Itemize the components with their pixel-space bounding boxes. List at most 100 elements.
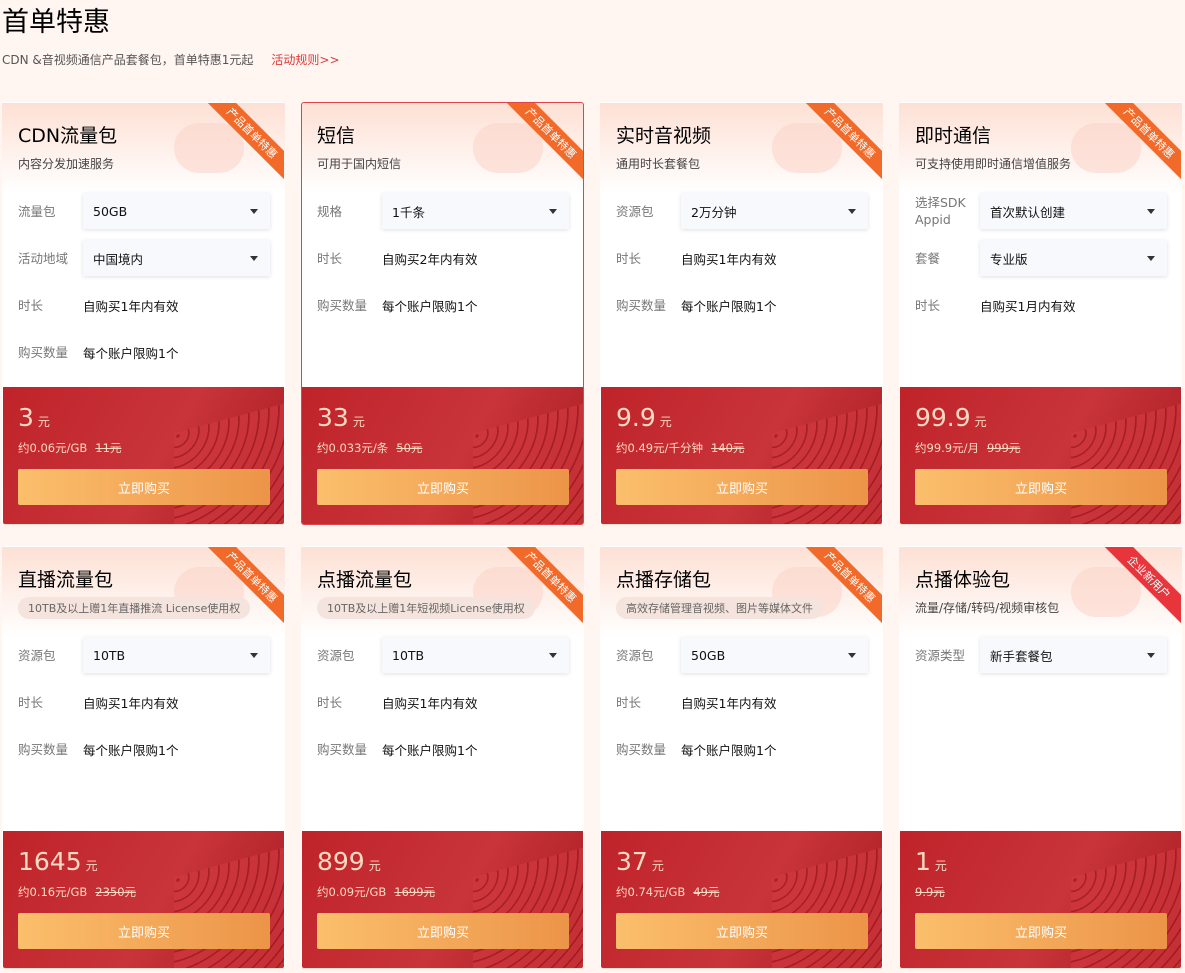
price-panel: 1元 9.9元 立即购买 [900, 831, 1181, 968]
page-title: 首单特惠 [2, 7, 110, 38]
option-row: 流量包 50GB [18, 193, 270, 229]
product-card: 产品首单特惠 点播流量包 10TB及以上赠1年短视频License使用权 资源包 10… [301, 546, 584, 969]
option-value: 每个账户限购1个 [681, 742, 777, 758]
select-value: 10TB [392, 647, 425, 663]
option-label: 购买数量 [18, 741, 69, 757]
option-row: 规格 1千条 [317, 193, 569, 229]
buy-now-button[interactable]: 立即购买 [915, 469, 1167, 505]
gift-box-decoration [174, 400, 284, 524]
gift-box-decoration [473, 400, 583, 524]
product-card: 产品首单特惠 短信 可用于国内短信 规格 1千条 时长 自购买2年内有效 购买数量 每个账户限… [301, 102, 584, 525]
option-row: 时长 自购买1年内有效 [616, 684, 868, 720]
option-value: 每个账户限购1个 [83, 345, 179, 361]
price: 1645 元 [18, 847, 98, 876]
chevron-down-icon [848, 652, 856, 658]
option-row: 时长 自购买1年内有效 [317, 684, 569, 720]
original-price: 9.9元 [915, 885, 945, 899]
option-label: 选择SDK Appid [915, 195, 966, 227]
option-label: 时长 [616, 250, 642, 266]
product-card: 企业新用户 点播体验包 流量/存储/转码/视频审核包 资源类型 新手套餐包 1元 9.… [899, 546, 1182, 969]
gift-box-decoration [473, 844, 583, 968]
select-value: 新手套餐包 [990, 648, 1053, 664]
card-desc: 通用时长套餐包 [616, 157, 701, 171]
option-value: 每个账户限购1个 [83, 742, 179, 758]
gift-box-decoration [772, 400, 882, 524]
option-select[interactable]: 1千条 [382, 193, 569, 229]
card-title: 实时音视频 [616, 125, 712, 147]
option-select[interactable]: 50GB [681, 637, 868, 673]
product-card: 产品首单特惠 直播流量包 10TB及以上赠1年直播推流 License使用权 资源包… [2, 546, 285, 969]
option-row: 选择SDK Appid 首次默认创建 [915, 193, 1167, 229]
chevron-down-icon [549, 652, 557, 658]
price-value: 99.9 [915, 403, 971, 432]
unit-price: 9.9元 [915, 884, 945, 900]
product-card: 产品首单特惠 即时通信 可支持使用即时通信增值服务 选择SDK Appid 首次默认创… [899, 102, 1182, 525]
chevron-down-icon [250, 208, 258, 214]
chevron-down-icon [848, 208, 856, 214]
option-row: 资源包 10TB [317, 637, 569, 673]
original-price: 11元 [95, 441, 122, 455]
select-value: 专业版 [990, 251, 1028, 267]
unit-price: 约0.033元/条 50元 [317, 440, 422, 456]
option-select[interactable]: 10TB [83, 637, 270, 673]
price-panel: 99.9 元 约99.9元/月 999元 立即购买 [900, 387, 1181, 524]
buy-now-button[interactable]: 立即购买 [915, 913, 1167, 949]
option-select[interactable]: 专业版 [980, 240, 1167, 276]
buy-now-button[interactable]: 立即购买 [317, 913, 569, 949]
option-value: 自购买2年内有效 [382, 251, 478, 267]
gift-box-decoration [1071, 400, 1181, 524]
select-value: 首次默认创建 [990, 204, 1066, 220]
option-row: 时长 自购买2年内有效 [317, 240, 569, 276]
option-value: 自购买1年内有效 [382, 695, 478, 711]
product-card: 产品首单特惠 点播存储包 高效存储管理音视频、图片等媒体文件 资源包 50GB 时长 自购… [600, 546, 883, 969]
price-panel: 899 元 约0.09元/GB 1699元 立即购买 [302, 831, 583, 968]
unit-price-text: 约99.9元/月 [915, 441, 979, 455]
option-value: 每个账户限购1个 [382, 298, 478, 314]
option-select[interactable]: 10TB [382, 637, 569, 673]
cloud-decoration [1071, 567, 1141, 617]
chevron-down-icon [1147, 652, 1155, 658]
option-select[interactable]: 中国境内 [83, 240, 270, 276]
option-label: 时长 [18, 297, 44, 313]
price: 899 元 [317, 847, 381, 876]
chevron-down-icon [250, 255, 258, 261]
currency: 元 [352, 415, 365, 429]
option-label: 资源类型 [915, 647, 966, 663]
option-row: 购买数量 每个账户限购1个 [317, 287, 569, 323]
gift-box-decoration [1071, 844, 1181, 968]
option-select[interactable]: 2万分钟 [681, 193, 868, 229]
option-row: 套餐 专业版 [915, 240, 1167, 276]
option-row: 资源类型 新手套餐包 [915, 637, 1167, 673]
option-value: 自购买1年内有效 [83, 695, 179, 711]
option-value: 每个账户限购1个 [382, 742, 478, 758]
buy-now-button[interactable]: 立即购买 [616, 913, 868, 949]
cloud-decoration [1071, 123, 1141, 173]
option-value: 自购买1年内有效 [83, 298, 179, 314]
page-subtitle: CDN &音视频通信产品套餐包，首单特惠1元起 活动规则>> [2, 51, 340, 68]
option-row: 资源包 50GB [616, 637, 868, 673]
card-desc: 流量/存储/转码/视频审核包 [915, 601, 1060, 615]
option-row: 时长 自购买1月内有效 [915, 287, 1167, 323]
gift-box-decoration [174, 844, 284, 968]
rules-link[interactable]: 活动规则>> [271, 53, 339, 67]
unit-price: 约0.09元/GB 1699元 [317, 884, 435, 900]
option-label: 资源包 [317, 647, 355, 663]
option-select[interactable]: 首次默认创建 [980, 193, 1167, 229]
option-value: 自购买1年内有效 [681, 251, 777, 267]
option-select[interactable]: 50GB [83, 193, 270, 229]
unit-price: 约0.74元/GB 49元 [616, 884, 719, 900]
option-select[interactable]: 新手套餐包 [980, 637, 1167, 673]
buy-now-button[interactable]: 立即购买 [616, 469, 868, 505]
buy-now-button[interactable]: 立即购买 [18, 469, 270, 505]
option-row: 购买数量 每个账户限购1个 [18, 731, 270, 767]
price: 37 元 [616, 847, 664, 876]
buy-now-button[interactable]: 立即购买 [18, 913, 270, 949]
currency: 元 [368, 859, 381, 873]
option-label: 资源包 [616, 647, 654, 663]
buy-now-button[interactable]: 立即购买 [317, 469, 569, 505]
option-value: 自购买1年内有效 [681, 695, 777, 711]
option-label: 购买数量 [317, 741, 368, 757]
price-value: 33 [317, 403, 349, 432]
select-value: 2万分钟 [691, 204, 737, 220]
unit-price-text: 约0.033元/条 [317, 441, 389, 455]
